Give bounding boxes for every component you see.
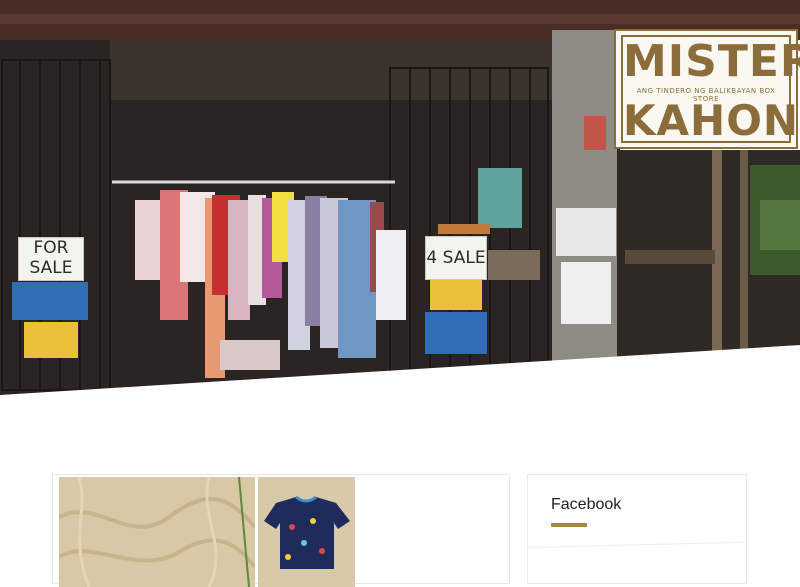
for-sale-sign-text: FOR SALE [29, 238, 73, 278]
logo-name-top: MISTER [623, 36, 800, 87]
site-logo[interactable]: MISTER ANG TINDERO NG BALIKBAYAN BOX STO… [614, 29, 800, 149]
for-sale-sign: FOR SALE [18, 237, 84, 281]
post-card[interactable] [52, 474, 510, 587]
widget-title-underline [551, 523, 587, 527]
for-sale-sign-2: 4 SALE [425, 236, 487, 280]
widget-title: Facebook [551, 496, 622, 513]
for-sale-sign-2-text: 4 SALE [426, 248, 486, 268]
logo-frame: MISTER ANG TINDERO NG BALIKBAYAN BOX STO… [621, 35, 800, 145]
logo-name-bottom: KAHON [623, 96, 800, 145]
hero-banner: FOR SALE 4 SALE MISTER ANG TINDERO NG BA… [0, 0, 800, 395]
facebook-widget: Facebook [527, 474, 748, 584]
widget-divider [528, 541, 748, 548]
